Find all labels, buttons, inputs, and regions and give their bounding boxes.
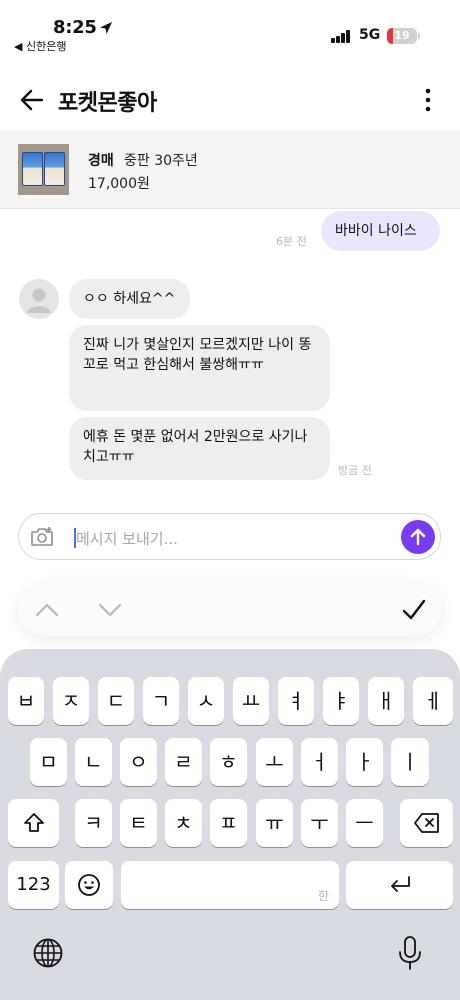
keyboard-accessory-bar [18,582,442,636]
key[interactable]: ㅣ [391,738,429,786]
backspace-icon [413,813,439,833]
key[interactable]: ㅓ [301,738,338,786]
chat-header: 포켓몬좋아 [0,72,460,130]
emoji-icon [78,874,100,896]
key[interactable]: ㅅ [188,677,224,725]
key[interactable]: ㅏ [346,738,383,786]
message-timestamp: 6분 전 [276,235,307,248]
next-field-icon[interactable] [97,597,123,623]
previous-field-icon[interactable] [34,597,60,623]
message-input[interactable]: 메시지 보내기... [76,528,178,549]
incoming-message[interactable]: 에휴 돈 몇푼 없어서 2만원으로 사기나 치고ㅠㅠ [69,417,330,480]
send-button[interactable] [401,520,435,554]
product-banner[interactable]: 경매 중판 30주년 17,000원 [0,130,460,209]
back-to-app-link[interactable]: ◀ 신한은행 [14,38,66,54]
product-price: 17,000원 [88,176,150,192]
product-thumbnail [18,144,69,195]
key[interactable]: ㅁ [30,738,67,786]
network-type: 5G [359,27,381,43]
key[interactable]: ㅂ [8,677,44,725]
key[interactable]: ㅇ [120,738,157,786]
avatar[interactable] [19,279,59,319]
key[interactable]: ㅕ [278,677,314,725]
key[interactable]: ㅑ [323,677,359,725]
numbers-key[interactable]: 123 [8,861,59,909]
message-timestamp: 방금 전 [338,464,372,477]
key[interactable]: ㄹ [165,738,202,786]
shift-icon [23,813,44,832]
key[interactable]: ㅐ [368,677,404,725]
key[interactable]: ㅊ [165,799,202,847]
user-placeholder-icon [27,288,51,313]
key[interactable]: ㅗ [256,738,293,786]
done-check-icon[interactable] [400,596,428,624]
key[interactable]: ㅡ [346,799,383,847]
arrow-up-icon [410,528,426,546]
key[interactable]: ㅎ [210,738,247,786]
key[interactable]: ㅔ [413,677,453,725]
key[interactable]: ㅌ [120,799,157,847]
input-language-hint: 한 [317,889,329,903]
key[interactable]: ㄴ [75,738,112,786]
sale-status-label: 경매 [88,153,114,169]
battery-cap [418,33,420,39]
incoming-message[interactable]: 진짜 니가 몇살인지 모르겠지만 나이 똥꼬로 먹고 한심해서 불쌍해ㅠㅠ [69,325,330,411]
chat-partner-name: 포켓몬좋아 [58,91,157,116]
battery-percent: 19 [394,29,410,42]
outgoing-message[interactable]: 바바이 나이스 [321,211,440,251]
key[interactable]: ㅈ [53,677,89,725]
key[interactable]: ㅠ [256,799,293,847]
camera-icon[interactable] [29,524,55,550]
battery-icon: 19 [387,28,417,44]
emoji-key[interactable] [65,861,113,909]
back-arrow-icon[interactable] [18,86,46,114]
more-options-icon[interactable] [414,86,442,114]
product-name: 중판 30주년 [124,153,198,169]
status-bar: 8:25 ◀ 신한은행 5G 19 [0,0,460,58]
return-icon [390,876,410,892]
shift-key[interactable] [8,799,59,847]
key[interactable]: ㄱ [143,677,179,725]
status-time: 8:25 [53,17,97,38]
key[interactable]: ㅜ [301,799,338,847]
location-arrow-icon [100,22,112,34]
microphone-icon[interactable] [396,935,424,971]
key[interactable]: ㄷ [98,677,134,725]
delete-key[interactable] [400,799,453,847]
keyboard: ㅂ ㅈ ㄷ ㄱ ㅅ ㅛ ㅕ ㅑ ㅐ ㅔ ㅁ ㄴ ㅇ ㄹ ㅎ ㅗ ㅓ ㅏ ㅣ ㅋ … [0,649,460,1000]
space-key[interactable]: 한 [121,861,339,909]
key[interactable]: ㅍ [210,799,247,847]
message-input-bar: 메시지 보내기... [18,513,441,560]
incoming-message[interactable]: ㅇㅇ 하세요^^ [69,279,190,319]
signal-icon [331,30,351,43]
globe-icon[interactable] [32,937,64,969]
return-key[interactable] [346,861,453,909]
key[interactable]: ㅋ [75,799,112,847]
key[interactable]: ㅛ [233,677,269,725]
